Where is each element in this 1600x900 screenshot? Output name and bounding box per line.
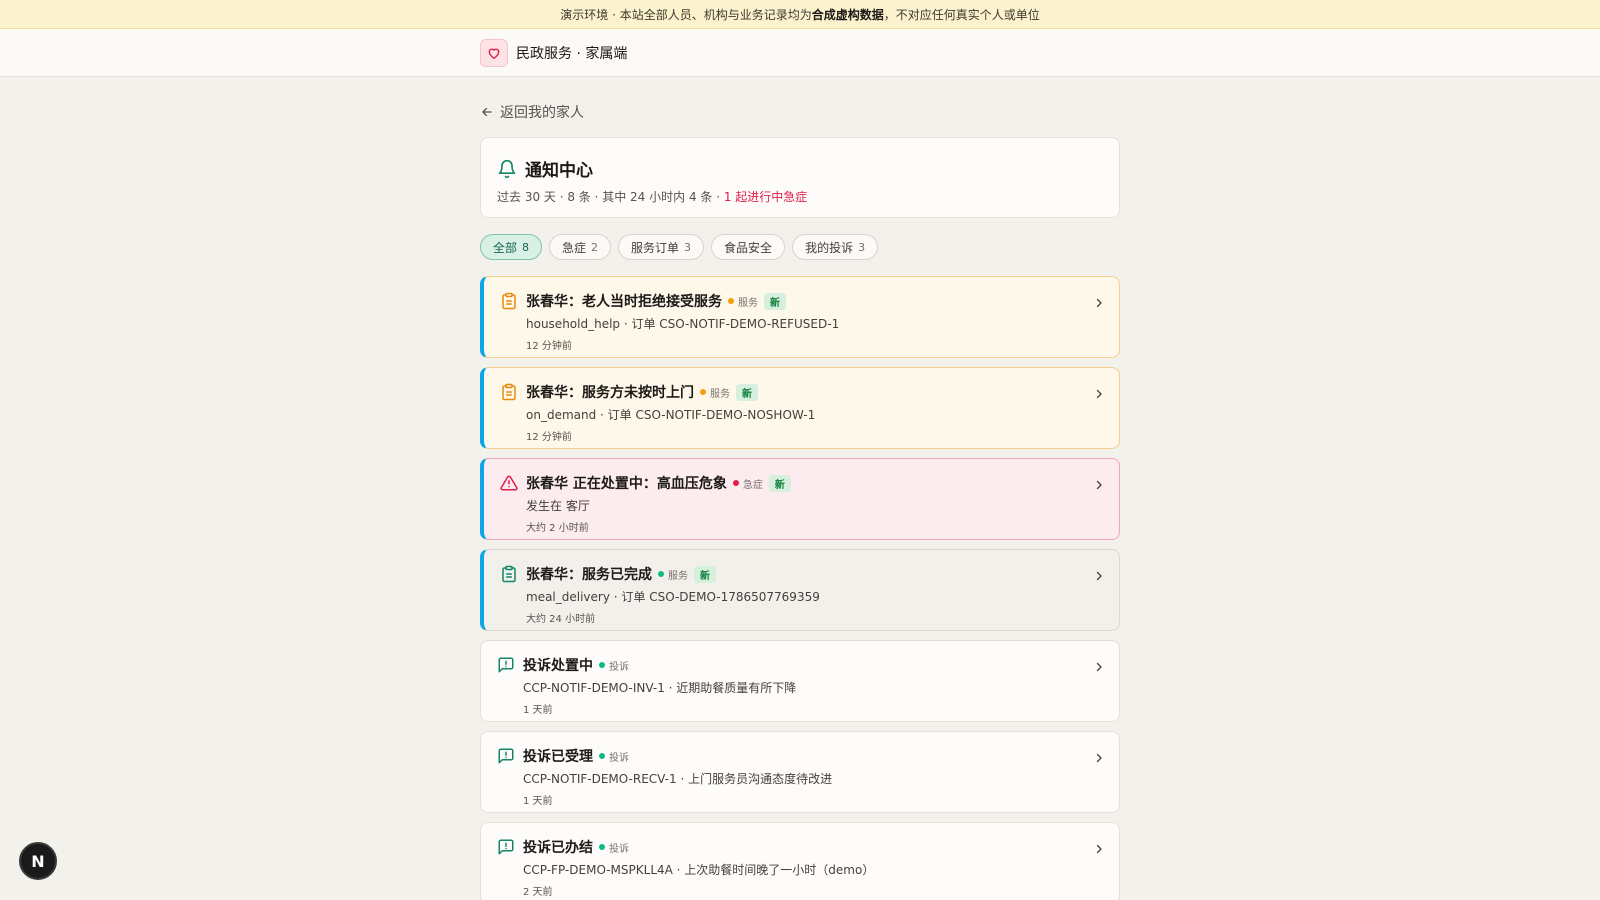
category-tag: 急症 (732, 476, 763, 491)
notification-header-card: 通知中心 过去 30 天 · 8 条 · 其中 24 小时内 4 条 · 1 起… (480, 137, 1120, 218)
chevron-right-icon (1096, 480, 1102, 490)
fab-label: N (31, 851, 45, 871)
notification-detail: household_help · 订单 CSO-NOTIF-DEMO-REFUS… (526, 317, 840, 331)
filter-label: 食品安全 (724, 240, 773, 255)
filter-count: 3 (858, 240, 866, 254)
clipboard-icon (502, 292, 516, 310)
category-tag: 服务 (700, 385, 730, 400)
notification-item[interactable]: 投诉已办结 投诉 CCP-FP-DEMO-MSPKLL4A · 上次助餐时间晚了… (480, 822, 1120, 900)
clipboard-icon (502, 383, 516, 401)
notification-time: 大约 24 小时前 (526, 614, 596, 625)
filter-count: 3 (684, 240, 692, 254)
notification-title: 张春华 正在处置中：高血压危象 (526, 476, 727, 492)
notification-title: 张春华：服务已完成 (526, 567, 652, 583)
filter-label: 服务订单 (631, 240, 680, 255)
filter-label: 全部 (493, 240, 518, 255)
notification-item[interactable]: 投诉已受理 投诉 CCP-NOTIF-DEMO-RECV-1 · 上门服务员沟通… (480, 731, 1120, 813)
tag-label: 服务 (738, 297, 758, 309)
new-badge: 新 (694, 565, 716, 583)
category-tag: 投诉 (599, 658, 629, 673)
filter-all[interactable]: 全部 8 (480, 234, 543, 260)
chevron-right-icon (1096, 662, 1102, 672)
notification-title: 张春华：老人当时拒绝接受服务 (526, 294, 722, 310)
category-tag: 服务 (658, 567, 688, 582)
back-link[interactable]: 返回我的家人 (480, 102, 584, 122)
category-tag: 服务 (728, 294, 758, 309)
main-content: 返回我的家人 通知中心 过去 30 天 · 8 条 · 其中 24 小时内 4 … (480, 77, 1120, 900)
notification-time: 1 天前 (523, 796, 553, 807)
notification-item[interactable]: 张春华 正在处置中：高血压危象 急症 新 发生在 客厅 大约 2 小时前 (480, 458, 1120, 540)
tag-label: 投诉 (609, 752, 629, 764)
notification-item[interactable]: 张春华：服务方未按时上门 服务 新 on_demand · 订单 CSO-NOT… (480, 367, 1120, 449)
chevron-right-icon (1096, 753, 1102, 763)
heart-icon[interactable] (480, 38, 508, 67)
dev-tools-button[interactable]: N (19, 842, 57, 880)
filter-urgent[interactable]: 急症 2 (549, 234, 612, 260)
page-title: 通知中心 (525, 161, 593, 181)
urgent-summary: 1 起进行中急症 (723, 190, 808, 204)
notification-title: 投诉处置中 (523, 658, 593, 674)
notification-title: 投诉已受理 (523, 749, 593, 765)
filter-label: 我的投诉 (805, 240, 854, 255)
notification-title: 张春华：服务方未按时上门 (526, 385, 694, 401)
header-summary: 过去 30 天 · 8 条 · 其中 24 小时内 4 条 · 1 起进行中急症 (497, 188, 1103, 205)
tag-label: 服务 (668, 570, 688, 582)
bell-icon (498, 159, 516, 178)
notification-detail: meal_delivery · 订单 CSO-DEMO-178650776935… (526, 590, 820, 604)
chevron-right-icon (1096, 571, 1102, 581)
new-badge: 新 (768, 474, 791, 492)
notification-detail: CCP-FP-DEMO-MSPKLL4A · 上次助餐时间晚了一小时（demo） (523, 863, 875, 877)
notification-detail: CCP-NOTIF-DEMO-RECV-1 · 上门服务员沟通态度待改进 (523, 772, 833, 786)
notification-time: 2 天前 (523, 887, 553, 898)
notification-title: 投诉已办结 (523, 840, 593, 856)
chevron-right-icon (1096, 298, 1102, 308)
filter-label: 急症 (562, 240, 587, 255)
notification-item[interactable]: 投诉处置中 投诉 CCP-NOTIF-DEMO-INV-1 · 近期助餐质量有所… (480, 640, 1120, 722)
clipboard-check-icon (502, 565, 516, 583)
summary-text: 过去 30 天 · 8 条 · 其中 24 小时内 4 条 · (497, 190, 724, 204)
notification-item[interactable]: 张春华：老人当时拒绝接受服务 服务 新 household_help · 订单 … (480, 276, 1120, 358)
filter-count: 2 (591, 240, 599, 254)
filter-count: 8 (522, 240, 530, 254)
banner-prefix: 演示环境 · 本站全部人员、机构与业务记录均为 (560, 7, 812, 22)
category-tag: 投诉 (599, 840, 629, 855)
notification-time: 1 天前 (523, 705, 553, 716)
banner-suffix: ，不对应任何真实个人或单位 (883, 7, 1040, 22)
back-label: 返回我的家人 (500, 105, 584, 121)
chevron-right-icon (1096, 389, 1102, 399)
filter-my-complaints[interactable]: 我的投诉 3 (792, 234, 879, 260)
notification-detail: on_demand · 订单 CSO-NOTIF-DEMO-NOSHOW-1 (526, 408, 816, 422)
message-alert-icon (498, 839, 514, 855)
new-badge: 新 (764, 292, 786, 310)
notification-detail: 发生在 客厅 (526, 499, 590, 513)
warning-triangle-icon (500, 475, 518, 491)
message-alert-icon (498, 748, 514, 764)
top-bar: 民政服务 · 家属端 (0, 29, 1600, 77)
notification-time: 大约 2 小时前 (526, 523, 589, 534)
filter-service-orders[interactable]: 服务订单 3 (618, 234, 705, 260)
notification-time: 12 分钟前 (526, 341, 572, 352)
category-tag: 投诉 (599, 749, 629, 764)
banner-bold: 合成虚构数据 (811, 7, 884, 22)
message-alert-icon (498, 657, 514, 673)
tag-label: 投诉 (609, 843, 629, 855)
new-badge: 新 (736, 383, 758, 401)
tag-label: 急症 (742, 479, 763, 491)
arrow-left-icon (482, 107, 492, 117)
filter-tabs: 全部 8 急症 2 服务订单 3 食品安全 我的投诉 3 (480, 234, 1120, 260)
app-title[interactable]: 民政服务 · 家属端 (516, 43, 627, 63)
notification-item[interactable]: 张春华：服务已完成 服务 新 meal_delivery · 订单 CSO-DE… (480, 549, 1120, 631)
filter-food-safety[interactable]: 食品安全 (711, 234, 786, 260)
tag-label: 投诉 (609, 661, 629, 673)
chevron-right-icon (1096, 844, 1102, 854)
notification-time: 12 分钟前 (526, 432, 572, 443)
tag-label: 服务 (710, 388, 730, 400)
notification-detail: CCP-NOTIF-DEMO-INV-1 · 近期助餐质量有所下降 (523, 681, 797, 695)
notification-list: 张春华：老人当时拒绝接受服务 服务 新 household_help · 订单 … (480, 276, 1120, 900)
demo-banner: 演示环境 · 本站全部人员、机构与业务记录均为 合成虚构数据 ，不对应任何真实个人或… (0, 0, 1600, 29)
